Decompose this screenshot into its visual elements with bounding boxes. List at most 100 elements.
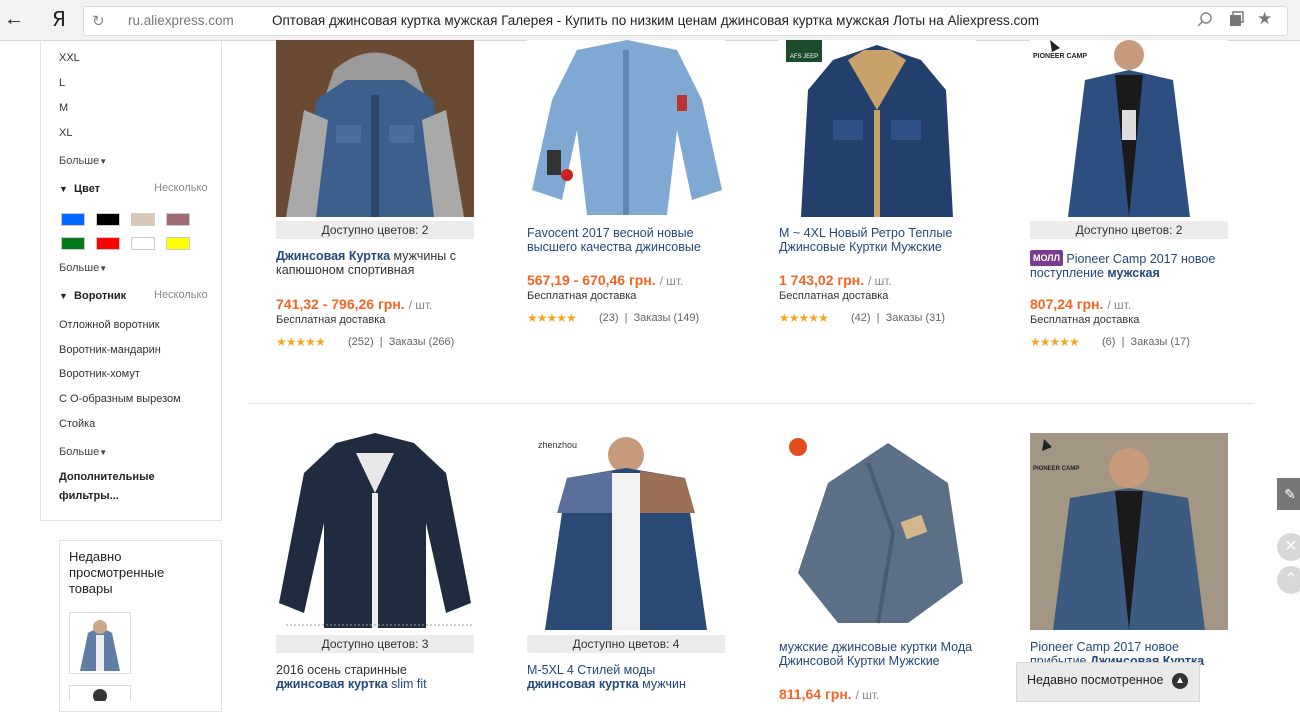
color-swatch-beige[interactable]	[131, 213, 155, 226]
collar-option[interactable]: Стойка	[59, 418, 95, 430]
shipping-label: Бесплатная доставка	[276, 314, 386, 326]
shipping-label: Бесплатная доставка	[527, 290, 637, 302]
collar-filter-label: Воротник	[74, 290, 127, 302]
address-bar[interactable]: ↻ ru.aliexpress.com Оптовая джинсовая ку…	[83, 6, 1288, 36]
product-title[interactable]: мужские джинсовые куртки Мода Джинсовой К…	[779, 640, 989, 668]
size-option[interactable]: M	[59, 102, 68, 114]
recent-thumb[interactable]	[69, 612, 131, 674]
page-title: Оптовая джинсовая куртка мужская Галерея…	[272, 13, 1040, 28]
review-count: (42)	[851, 312, 871, 324]
orders-count: Заказы (31)	[885, 312, 946, 324]
title-rest: slim fit	[387, 677, 427, 691]
review-stats[interactable]: (23) | Заказы (149)	[599, 312, 699, 324]
color-swatch-red[interactable]	[96, 237, 120, 250]
caret-down-icon: ▼	[59, 184, 68, 194]
chevron-down-icon: ▼	[99, 264, 108, 273]
title-line1: мужские джинсовые куртки Мода	[779, 640, 973, 654]
product-image[interactable]	[527, 433, 725, 630]
color-more-link[interactable]: Больше▼	[59, 262, 107, 274]
address-domain: ru.aliexpress.com	[128, 13, 234, 28]
color-swatch-black[interactable]	[96, 213, 120, 226]
recently-viewed-popup[interactable]: Недавно посмотренное ▲	[1016, 662, 1200, 702]
color-filter-mode[interactable]: Несколько	[154, 182, 208, 194]
chevron-down-icon: ▼	[99, 448, 108, 457]
product-image[interactable]	[778, 40, 976, 217]
product-title[interactable]: Favocent 2017 весной новые высшего качес…	[527, 226, 727, 254]
collar-option[interactable]: С О-образным вырезом	[59, 393, 181, 405]
tabs-icon[interactable]	[1227, 10, 1245, 32]
brand-logo-pioneer: PIONEER CAMP	[1033, 466, 1080, 472]
chevron-down-icon: ▼	[99, 157, 108, 166]
edit-icon[interactable]: ✎	[1277, 478, 1300, 510]
review-stats[interactable]: (252) | Заказы (266)	[348, 336, 454, 348]
product-price: 807,24 грн. / шт.	[1030, 296, 1131, 312]
product-image[interactable]	[276, 40, 474, 217]
product-title[interactable]: M-5XL 4 Стилей моды джинсовая куртка мужч…	[527, 663, 727, 691]
product-image[interactable]	[527, 40, 725, 217]
size-option[interactable]: XXL	[59, 52, 80, 64]
chevron-up-icon[interactable]: ▲	[1172, 673, 1188, 689]
color-filter-label: Цвет	[74, 183, 101, 195]
caret-down-icon: ▼	[59, 291, 68, 301]
color-swatch-white[interactable]	[131, 237, 155, 250]
title-bold: джинсовая куртка	[276, 677, 388, 691]
review-stats[interactable]: (6) | Заказы (17)	[1102, 336, 1190, 348]
color-swatch-blue[interactable]	[61, 213, 85, 226]
colors-available: Доступно цветов: 4	[527, 635, 725, 653]
chevron-up-icon[interactable]: ⌃	[1277, 566, 1300, 594]
size-option[interactable]: L	[59, 77, 65, 89]
price-value: 741,32 - 796,26 грн.	[276, 296, 405, 312]
price-value: 807,24 грн.	[1030, 296, 1104, 312]
title-bold: Джинсовая Куртка	[276, 249, 391, 263]
collar-more-link[interactable]: Больше▼	[59, 446, 107, 458]
extra-filters-link[interactable]: Дополнительные фильтры...	[59, 468, 169, 506]
product-image[interactable]	[276, 433, 474, 630]
collar-option[interactable]: Воротник-мандарин	[59, 344, 161, 356]
search-icon[interactable]	[1197, 11, 1213, 31]
color-filter-title[interactable]: ▼ Цвет	[59, 183, 100, 195]
product-title[interactable]: Джинсовая Куртка мужчины с капюшоном спо…	[276, 249, 476, 277]
size-option[interactable]: XL	[59, 127, 72, 139]
color-swatch-mauve[interactable]	[166, 213, 190, 226]
price-unit: / шт.	[408, 298, 433, 312]
browser-logo[interactable]: Я	[52, 7, 66, 31]
title-bold: джинсовая куртка	[527, 677, 639, 691]
product-title[interactable]: МОЛЛ Pioneer Camp 2017 новое поступление…	[1030, 250, 1240, 280]
colors-available: Доступно цветов: 3	[276, 635, 474, 653]
product-price: 1 743,02 грн. / шт.	[779, 272, 892, 288]
recent-thumb[interactable]	[69, 685, 131, 703]
collar-filter-mode[interactable]: Несколько	[154, 289, 208, 301]
close-icon[interactable]: ✕	[1277, 533, 1300, 561]
reload-icon[interactable]: ↻	[92, 12, 105, 30]
price-unit: / шт.	[659, 274, 684, 288]
back-arrow-icon[interactable]: ←	[3, 8, 25, 30]
title-rest: мужчин	[638, 677, 686, 691]
color-swatch-green[interactable]	[61, 237, 85, 250]
review-count: (23)	[599, 312, 619, 324]
product-image[interactable]	[1030, 40, 1228, 217]
title-bold: мужская	[1107, 266, 1160, 280]
product-image[interactable]	[778, 433, 976, 630]
product-title[interactable]: 2016 осень старинные джинсовая куртка sli…	[276, 663, 476, 691]
browser-toolbar: ← Я ↻ ru.aliexpress.com Оптовая джинсова…	[0, 0, 1300, 41]
recently-viewed-title: Недавно просмотренные товары	[69, 549, 165, 596]
title-line1: Pioneer Camp 2017 новое	[1030, 640, 1179, 654]
color-more-label: Больше	[59, 262, 100, 274]
color-swatch-yellow[interactable]	[166, 237, 190, 250]
rating-stars: ★★★★★	[1030, 335, 1080, 349]
rating-stars: ★★★★★	[527, 311, 577, 325]
product-price: 741,32 - 796,26 грн. / шт.	[276, 296, 432, 312]
star-icon[interactable]: ★	[1257, 9, 1272, 29]
collar-option[interactable]: Отложной воротник	[59, 319, 160, 331]
review-stats[interactable]: (42) | Заказы (31)	[851, 312, 945, 324]
product-title[interactable]: M ~ 4XL Новый Ретро Теплые Джинсовые Кур…	[779, 226, 979, 254]
brand-logo-zhenzhou: zhenzhou	[538, 440, 578, 450]
collar-option[interactable]: Воротник-хомут	[59, 368, 140, 380]
product-image[interactable]	[1030, 433, 1228, 630]
shipping-label: Бесплатная доставка	[779, 290, 889, 302]
collar-filter-title[interactable]: ▼ Воротник	[59, 290, 126, 302]
size-more-link[interactable]: Больше▼	[59, 155, 107, 167]
brand-logo-afs: AFS JEEP	[789, 54, 819, 60]
orders-count: Заказы (149)	[633, 312, 700, 324]
colors-available: Доступно цветов: 2	[1030, 221, 1228, 239]
